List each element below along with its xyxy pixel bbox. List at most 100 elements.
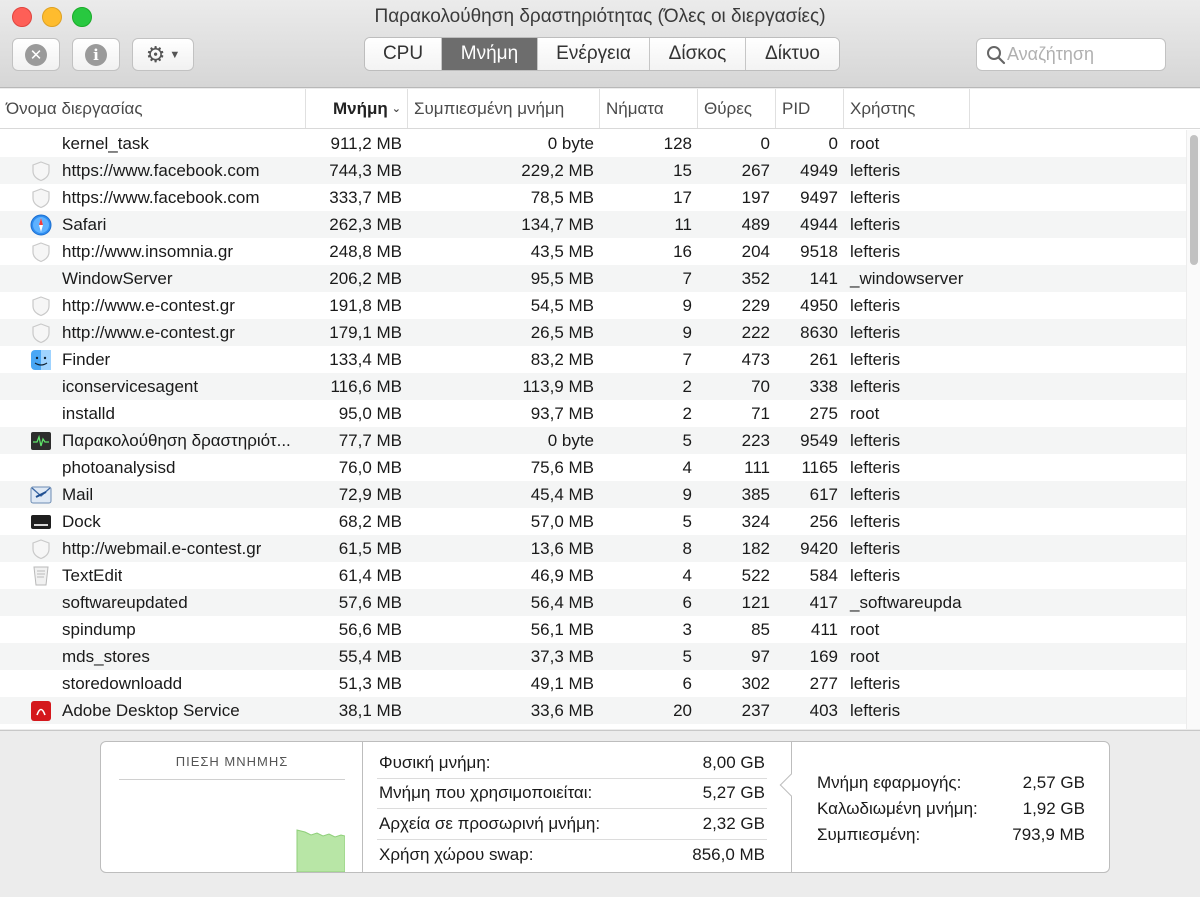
dock-app-icon <box>30 511 52 533</box>
table-row[interactable]: Dock 68,2 MB 57,0 MB 5 324 256 lefteris <box>0 508 1186 535</box>
process-name: softwareupdated <box>62 592 188 612</box>
cell-ports: 229 <box>741 295 770 315</box>
process-name: Dock <box>62 511 101 531</box>
column-header-memory[interactable]: Μνήμη ⌄ <box>306 89 408 128</box>
table-row[interactable]: http://webmail.e-contest.gr 61,5 MB 13,6 M… <box>0 535 1186 562</box>
cell-threads: 128 <box>663 133 692 153</box>
table-row[interactable]: http://www.insomnia.gr 248,8 MB 43,5 MB 16 2… <box>0 238 1186 265</box>
cell-memory: 57,6 MB <box>338 592 402 612</box>
table-row[interactable]: http://www.e-contest.gr 179,1 MB 26,5 MB 9 2… <box>0 319 1186 346</box>
column-header-threads[interactable]: Νήματα <box>600 89 698 128</box>
table-body: kernel_task 911,2 MB 0 byte 128 0 0 root https:… <box>0 130 1186 724</box>
column-header-ports[interactable]: Θύρες <box>698 89 776 128</box>
table-row[interactable]: Adobe Desktop Service 38,1 MB 33,6 MB 20 237… <box>0 697 1186 724</box>
table-row[interactable]: spindump 56,6 MB 56,1 MB 3 85 411 root <box>0 616 1186 643</box>
search-field[interactable] <box>976 38 1166 71</box>
table-row[interactable]: softwareupdated 57,6 MB 56,4 MB 6 121 417 _sof… <box>0 589 1186 616</box>
table-row[interactable]: mds_stores 55,4 MB 37,3 MB 5 97 169 root <box>0 643 1186 670</box>
cell-memory: 179,1 MB <box>329 322 402 342</box>
table-row[interactable]: photoanalysisd 76,0 MB 75,6 MB 4 111 1165 left… <box>0 454 1186 481</box>
process-name: Παρακολούθηση δραστηριότ... <box>62 430 291 450</box>
cell-memory: 56,6 MB <box>338 619 402 639</box>
cell-compressed-memory: 13,6 MB <box>530 538 594 558</box>
process-name: iconservicesagent <box>62 376 199 396</box>
table-row[interactable]: WindowServer 206,2 MB 95,5 MB 7 352 141 _windo… <box>0 265 1186 292</box>
table-row[interactable]: storedownloadd 51,3 MB 49,1 MB 6 302 277 lefte… <box>0 670 1186 697</box>
table-row[interactable]: http://www.e-contest.gr 191,8 MB 54,5 MB 9 2… <box>0 292 1186 319</box>
tab-energy[interactable]: Ενέργεια <box>538 38 650 70</box>
process-name: installd <box>62 403 115 423</box>
cell-memory: 911,2 MB <box>330 133 402 153</box>
table-row[interactable]: iconservicesagent 116,6 MB 113,9 MB 2 70 338 l… <box>0 373 1186 400</box>
memory-breakdown-label: Συμπιεσμένη: <box>817 825 921 844</box>
cell-memory: 61,4 MB <box>338 565 402 585</box>
table-row[interactable]: installd 95,0 MB 93,7 MB 2 71 275 root <box>0 400 1186 427</box>
table-row[interactable]: Mail 72,9 MB 45,4 MB 9 385 617 lefteris <box>0 481 1186 508</box>
cell-pid: 141 <box>809 268 838 288</box>
memory-breakdown-value: 2,57 GB <box>1022 773 1085 792</box>
action-menu-button[interactable]: ⚙ ▼ <box>132 38 194 71</box>
vertical-scrollbar-thumb[interactable] <box>1190 135 1198 265</box>
tab-disk[interactable]: Δίσκος <box>650 38 746 70</box>
cell-memory: 744,3 MB <box>329 160 402 180</box>
cell-user: lefteris <box>850 295 901 315</box>
memory-stat-value: 2,32 GB <box>702 813 765 833</box>
tab-network[interactable]: Δίκτυο <box>746 38 839 70</box>
no-icon <box>30 403 52 425</box>
quit-process-button[interactable]: ✕ <box>12 38 60 71</box>
no-icon <box>30 457 52 479</box>
cell-pid: 256 <box>809 511 838 531</box>
cell-memory: 333,7 MB <box>329 187 402 207</box>
cell-ports: 352 <box>741 268 770 288</box>
cell-ports: 385 <box>741 484 770 504</box>
table-row[interactable]: https://www.facebook.com 744,3 MB 229,2 MB… <box>0 157 1186 184</box>
column-header-compressed[interactable]: Συμπιεσμένη μνήμη <box>408 89 600 128</box>
cell-compressed-memory: 56,4 MB <box>530 592 594 612</box>
no-icon <box>30 376 52 398</box>
table-row[interactable]: Παρακολούθηση δραστηριότ... 77,7 MB 0 byte… <box>0 427 1186 454</box>
cell-compressed-memory: 0 byte <box>547 430 594 450</box>
cell-user: lefteris <box>850 673 901 693</box>
cell-threads: 6 <box>682 673 692 693</box>
cell-ports: 237 <box>741 700 770 720</box>
cell-user: lefteris <box>850 457 901 477</box>
tab-memory[interactable]: Μνήμη <box>442 38 538 70</box>
memory-stat-label: Μνήμη που χρησιμοποιείται: <box>379 783 593 803</box>
activity-monitor-app-icon <box>30 430 52 452</box>
column-header-memory-label: Μνήμη <box>332 98 388 118</box>
process-name: Finder <box>62 349 111 369</box>
cell-memory: 95,0 MB <box>338 403 402 423</box>
table-row[interactable]: https://www.facebook.com 333,7 MB 78,5 MB 1… <box>0 184 1186 211</box>
inspect-process-button[interactable]: i <box>72 38 120 71</box>
column-header-name[interactable]: Όνομα διεργασίας <box>0 89 306 128</box>
memory-stat-row: Χρήση χώρου swap: 856,0 MB <box>377 840 767 871</box>
column-header-pid[interactable]: PID <box>776 89 844 128</box>
finder-app-icon <box>30 349 52 371</box>
cell-compressed-memory: 49,1 MB <box>530 673 594 693</box>
process-name: Safari <box>62 214 107 234</box>
table-row[interactable]: TextEdit 61,4 MB 46,9 MB 4 522 584 lefteris <box>0 562 1186 589</box>
tab-cpu[interactable]: CPU <box>365 38 442 70</box>
cell-compressed-memory: 37,3 MB <box>530 646 594 666</box>
table-row[interactable]: Finder 133,4 MB 83,2 MB 7 473 261 lefteris <box>0 346 1186 373</box>
cell-user: lefteris <box>850 160 901 180</box>
no-icon <box>30 619 52 641</box>
cell-compressed-memory: 95,5 MB <box>530 268 594 288</box>
memory-stat-label: Φυσική μνήμη: <box>379 752 491 772</box>
cell-memory: 206,2 MB <box>329 268 402 288</box>
cell-user: lefteris <box>850 376 901 396</box>
table-row[interactable]: Safari 262,3 MB 134,7 MB 11 489 4944 lefteris <box>0 211 1186 238</box>
table-row[interactable]: kernel_task 911,2 MB 0 byte 128 0 0 root <box>0 130 1186 157</box>
process-name: photoanalysisd <box>62 457 176 477</box>
memory-breakdown-value: 793,9 MB <box>1012 825 1085 844</box>
column-header-user[interactable]: Χρήστης <box>844 89 970 128</box>
search-input[interactable] <box>1007 44 1157 65</box>
cell-pid: 4949 <box>800 160 838 180</box>
cell-compressed-memory: 229,2 MB <box>521 160 594 180</box>
cell-user: lefteris <box>850 241 901 261</box>
cell-process-name: http://www.insomnia.gr <box>0 241 306 263</box>
cell-pid: 275 <box>809 403 838 423</box>
cell-compressed-memory: 113,9 MB <box>522 376 594 396</box>
no-icon <box>30 268 52 290</box>
cell-user: root <box>850 403 880 423</box>
